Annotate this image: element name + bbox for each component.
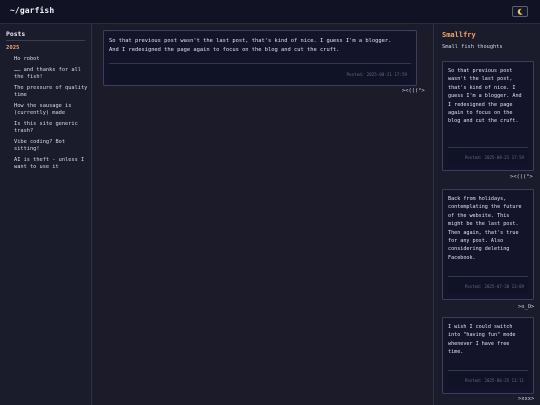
theme-toggle-button[interactable] bbox=[512, 6, 528, 17]
smallfry-card-timestamp: Posted: 2025-06-25 11:11 bbox=[464, 378, 524, 383]
post-link-ho-robot[interactable]: Ho robot bbox=[14, 56, 88, 63]
smallfry-card-timestamp: Posted: 2025-08-21 17:59 bbox=[464, 155, 524, 160]
smallfry-fish-glyph: >o_O> bbox=[518, 304, 535, 310]
main-post-card: So that previous post wasn't the last po… bbox=[103, 30, 417, 86]
app-window: ~/garfish Posts 2025 Ho robot …… and tha… bbox=[0, 0, 540, 405]
smallfry-title: Smallfry bbox=[442, 31, 476, 39]
smallfry-fish-glyph: >xxx> bbox=[518, 396, 535, 402]
top-bar: ~/garfish bbox=[0, 0, 540, 24]
post-link-thanks-for-all-the-fish[interactable]: …… and thanks for all the fish! bbox=[14, 67, 88, 81]
smallfry-card: Back from holidays, contemplating the fu… bbox=[442, 189, 534, 300]
smallfry-card-footer: Posted: 2025-07-30 13:09 bbox=[448, 276, 528, 294]
smallfry-card-footer: Posted: 2025-08-21 17:59 bbox=[448, 147, 528, 165]
moon-icon bbox=[516, 8, 524, 16]
smallfry-card-timestamp: Posted: 2025-07-30 13:09 bbox=[464, 284, 524, 289]
smallfry-card-footer: Posted: 2025-06-25 11:11 bbox=[448, 370, 528, 388]
post-link-generic-trash[interactable]: Is this site generic trash? bbox=[14, 121, 88, 135]
smallfry-card-text: So that previous post wasn't the last po… bbox=[448, 68, 525, 125]
smallfry-panel: Smallfry Small fish thoughts So that pre… bbox=[433, 24, 540, 405]
sidebar-divider bbox=[6, 40, 85, 41]
main-post-text: So that previous post wasn't the last po… bbox=[109, 38, 392, 53]
main-fish-glyph: ><(((°> bbox=[402, 88, 425, 94]
smallfry-fish-glyph: ><(((°> bbox=[510, 174, 533, 180]
post-link-ai-is-theft[interactable]: AI is theft - unless I want to use it bbox=[14, 157, 88, 171]
post-link-pressure-of-quality-time[interactable]: The pressure of quality time bbox=[14, 85, 88, 99]
smallfry-card-text: Back from holidays, contemplating the fu… bbox=[448, 196, 525, 261]
main-content: So that previous post wasn't the last po… bbox=[92, 24, 433, 405]
year-label: 2025 bbox=[6, 45, 20, 51]
post-link-vibe-coding[interactable]: Vibe coding? Bot sitting! bbox=[14, 139, 88, 153]
posts-sidebar: Posts 2025 Ho robot …… and thanks for al… bbox=[0, 24, 92, 405]
post-list: Ho robot …… and thanks for all the fish!… bbox=[14, 56, 88, 175]
main-post-timestamp: Posted: 2025-08-21 17:59 bbox=[346, 72, 407, 77]
site-title[interactable]: ~/garfish bbox=[10, 6, 54, 15]
main-post-footer: Posted: 2025-08-21 17:59 bbox=[109, 63, 411, 83]
smallfry-subtitle: Small fish thoughts bbox=[442, 44, 503, 50]
smallfry-card-text: I wish I could switch into "having fun" … bbox=[448, 324, 519, 356]
post-link-how-the-sausage-is-made[interactable]: How the sausage is (currently) made bbox=[14, 103, 88, 117]
smallfry-card: So that previous post wasn't the last po… bbox=[442, 61, 534, 171]
smallfry-card: I wish I could switch into "having fun" … bbox=[442, 317, 534, 394]
posts-heading: Posts bbox=[6, 30, 26, 38]
